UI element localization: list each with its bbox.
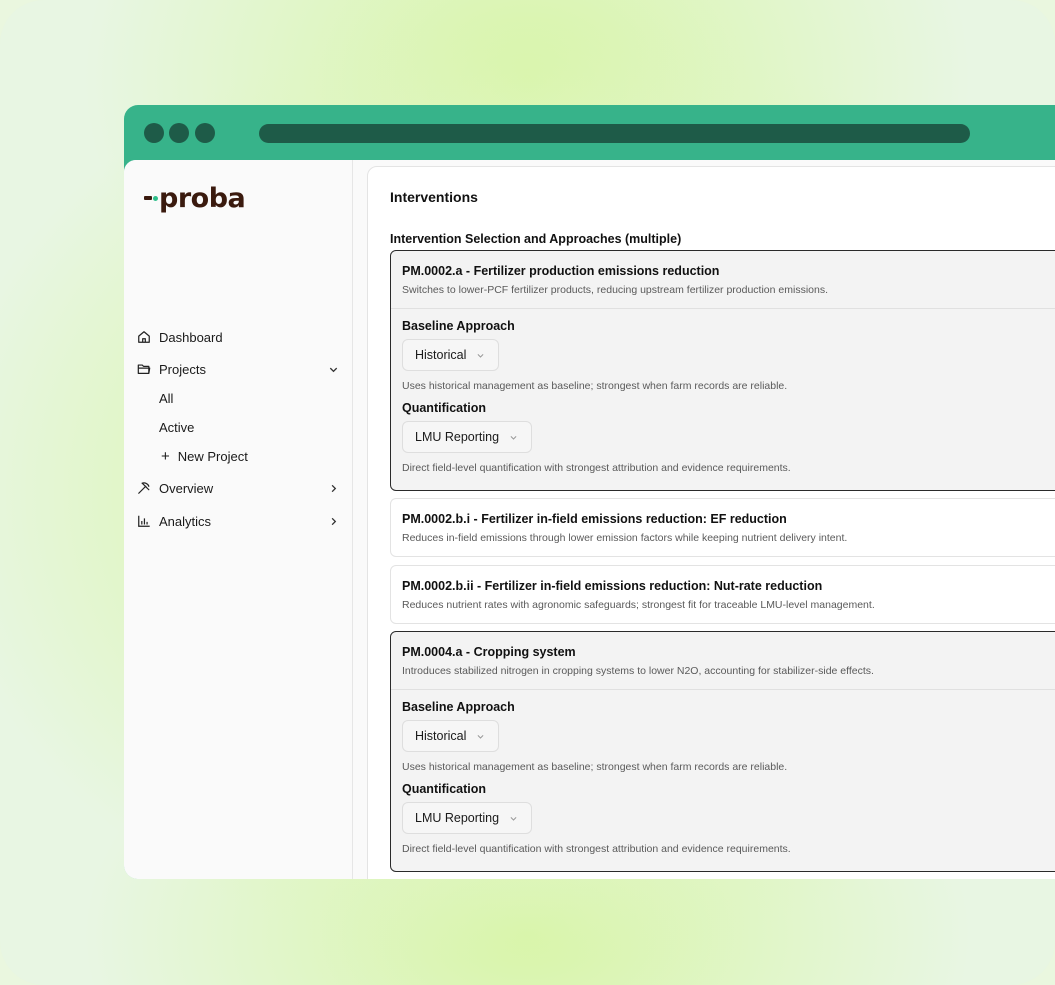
quantification-select[interactable]: LMU Reporting xyxy=(402,421,533,453)
card-body: Baseline Approach Historical Uses histor… xyxy=(391,690,1055,855)
card-title: PM.0002.a - Fertilizer production emissi… xyxy=(402,264,720,278)
chevron-down-icon xyxy=(476,731,486,741)
quantification-help: Direct field-level quantification with s… xyxy=(402,843,791,855)
title-bar xyxy=(124,105,1055,161)
sidebar-item-analytics[interactable]: Analytics xyxy=(136,508,341,534)
sidebar-item-dashboard[interactable]: Dashboard xyxy=(136,324,341,350)
page-title: Interventions xyxy=(390,189,478,205)
sidebar-subitem-label: Active xyxy=(159,419,195,435)
sidebar-subitem-all[interactable]: All xyxy=(159,386,173,410)
chevron-down-icon xyxy=(509,813,519,823)
home-icon xyxy=(136,329,152,345)
intervention-card[interactable]: PM.0002.b.ii - Fertilizer in-field emiss… xyxy=(390,565,1055,624)
app-container: proba Dashboard Projects All Active + Ne… xyxy=(124,160,1055,879)
select-value: Historical xyxy=(415,348,467,362)
select-value: Historical xyxy=(415,729,467,743)
interventions-panel: Interventions Intervention Selection and… xyxy=(367,166,1055,879)
chevron-down-icon xyxy=(476,350,486,360)
card-description: Reduces nutrient rates with agronomic sa… xyxy=(402,599,875,611)
browser-window: proba Dashboard Projects All Active + Ne… xyxy=(124,105,1055,879)
folder-icon xyxy=(136,361,152,377)
intervention-card[interactable]: PM.0002.a - Fertilizer production emissi… xyxy=(390,250,1055,491)
sidebar-item-projects[interactable]: Projects xyxy=(136,356,341,382)
sidebar-subitem-new-project[interactable]: + New Project xyxy=(159,444,248,468)
select-value: LMU Reporting xyxy=(415,811,500,825)
card-title: PM.0002.b.i - Fertilizer in-field emissi… xyxy=(402,512,787,526)
sidebar: proba Dashboard Projects All Active + Ne… xyxy=(124,160,353,879)
logo-mark xyxy=(144,196,152,200)
sidebar-item-label: Dashboard xyxy=(159,329,223,345)
sidebar-item-label: Analytics xyxy=(159,513,212,529)
sidebar-item-label: Overview xyxy=(159,480,214,496)
sidebar-subitem-label: All xyxy=(159,390,174,406)
baseline-approach-select[interactable]: Historical xyxy=(402,720,500,752)
card-header[interactable]: PM.0002.b.ii - Fertilizer in-field emiss… xyxy=(391,566,1055,623)
logo-dot xyxy=(153,195,158,201)
card-description: Reduces in-field emissions through lower… xyxy=(402,532,848,544)
baseline-label: Baseline Approach xyxy=(402,319,515,333)
card-description: Introduces stabilized nitrogen in croppi… xyxy=(402,665,874,677)
sidebar-item-label: Projects xyxy=(159,361,206,377)
intervention-card[interactable]: PM.0004.a - Cropping system Introduces s… xyxy=(390,631,1055,872)
window-close-dot[interactable] xyxy=(144,123,164,143)
quantification-select[interactable]: LMU Reporting xyxy=(402,802,533,834)
card-header[interactable]: PM.0002.a - Fertilizer production emissi… xyxy=(391,251,1055,309)
logo[interactable]: proba xyxy=(144,178,246,218)
baseline-approach-select[interactable]: Historical xyxy=(402,339,500,371)
pickaxe-icon xyxy=(136,480,152,496)
address-bar[interactable] xyxy=(259,124,970,143)
baseline-help: Uses historical management as baseline; … xyxy=(402,380,788,392)
chevron-right-icon[interactable] xyxy=(325,513,341,529)
card-title: PM.0002.b.ii - Fertilizer in-field emiss… xyxy=(402,579,823,593)
window-minimize-dot[interactable] xyxy=(169,123,189,143)
window-zoom-dot[interactable] xyxy=(195,123,215,143)
sidebar-item-overview[interactable]: Overview xyxy=(136,475,341,501)
card-description: Switches to lower-PCF fertilizer product… xyxy=(402,284,828,296)
card-header[interactable]: PM.0002.b.i - Fertilizer in-field emissi… xyxy=(391,499,1055,556)
sidebar-subitem-active[interactable]: Active xyxy=(159,415,194,439)
chevron-down-icon xyxy=(509,432,519,442)
section-label: Intervention Selection and Approaches (m… xyxy=(390,232,682,246)
intervention-card[interactable]: PM.0002.b.i - Fertilizer in-field emissi… xyxy=(390,498,1055,557)
bar-chart-icon xyxy=(136,513,152,529)
logo-text: proba xyxy=(159,182,246,214)
card-header[interactable]: PM.0004.a - Cropping system Introduces s… xyxy=(391,632,1055,690)
baseline-help: Uses historical management as baseline; … xyxy=(402,761,788,773)
baseline-label: Baseline Approach xyxy=(402,700,515,714)
chevron-right-icon[interactable] xyxy=(325,480,341,496)
quantification-label: Quantification xyxy=(402,782,487,796)
card-body: Baseline Approach Historical Uses histor… xyxy=(391,309,1055,474)
chevron-down-icon[interactable] xyxy=(325,361,341,377)
sidebar-subitem-label: New Project xyxy=(177,448,248,464)
quantification-help: Direct field-level quantification with s… xyxy=(402,462,791,474)
quantification-label: Quantification xyxy=(402,401,487,415)
plus-icon: + xyxy=(161,447,170,465)
card-title: PM.0004.a - Cropping system xyxy=(402,645,576,659)
main-content: Interventions Intervention Selection and… xyxy=(353,160,1055,879)
select-value: LMU Reporting xyxy=(415,430,500,444)
